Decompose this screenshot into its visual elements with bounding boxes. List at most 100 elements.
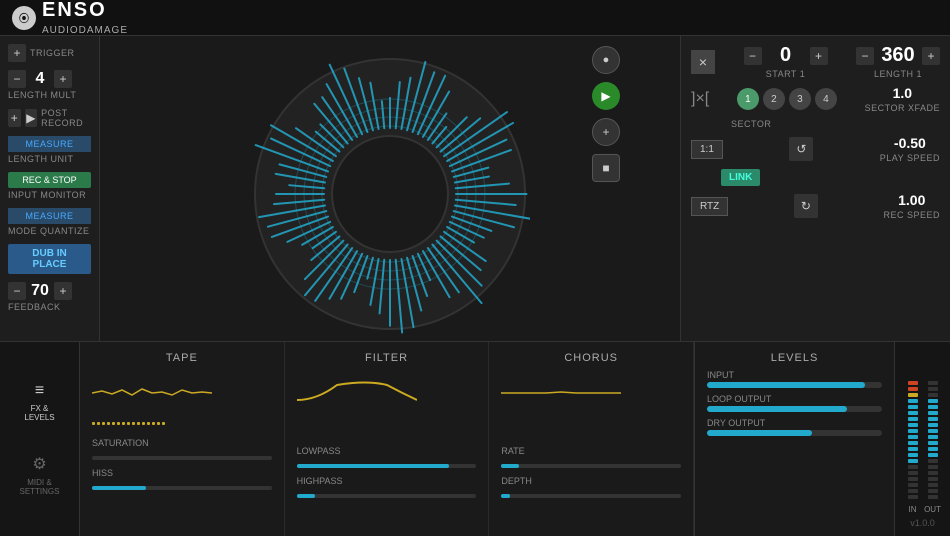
rec-speed-label: REC SPEED <box>883 210 940 220</box>
loop-output-bar[interactable] <box>707 406 882 412</box>
length-mult-row: − 4 + <box>8 70 91 88</box>
fx-levels-nav[interactable]: ≡ FX & LEVELS <box>18 376 60 428</box>
start1-minus[interactable]: − <box>744 47 762 65</box>
feedback-value: 70 <box>30 282 50 300</box>
sector-row: ]×[ 1 2 3 4 1.0 SECTOR XFADE <box>691 85 940 113</box>
highpass-slider[interactable] <box>297 494 477 498</box>
record-button[interactable]: ● <box>592 46 620 74</box>
rate-fill <box>501 464 519 468</box>
sector-xfade-label: SECTOR XFADE <box>865 103 940 113</box>
length-minus-button[interactable]: − <box>8 70 26 88</box>
sector-btn-4[interactable]: 4 <box>815 88 837 110</box>
input-label: INPUT <box>707 370 882 380</box>
play-speed-value: -0.50 <box>890 135 930 151</box>
filter-block: FILTER LOWPASS HIGHPASS <box>285 342 490 536</box>
saturation-slider[interactable] <box>92 456 272 460</box>
length1-minus[interactable]: − <box>856 47 874 65</box>
undo-button[interactable]: ↺ <box>789 137 813 161</box>
circular-viz-svg <box>250 54 530 334</box>
link-button[interactable]: LINK <box>721 169 760 186</box>
hiss-slider[interactable] <box>92 486 272 490</box>
feedback-plus-button[interactable]: + <box>54 282 72 300</box>
bracket-icon: ]×[ <box>691 90 709 108</box>
length-unit-label: LENGTH UNIT <box>8 154 91 164</box>
post-record-button[interactable]: + <box>8 109 21 127</box>
input-monitor-label: INPUT MONITOR <box>8 190 91 200</box>
saturation-dots <box>92 420 272 430</box>
right-controls: × − 0 + START 1 − 360 + LENGTH 1 ]×[ <box>680 36 950 341</box>
measure-button[interactable]: MEASURE <box>8 136 91 152</box>
start1-label: START 1 <box>766 69 806 79</box>
mode-quantize-button[interactable]: MEASURE <box>8 208 91 224</box>
sector-btn-1[interactable]: 1 <box>737 88 759 110</box>
loop-output-row: LOOP OUTPUT <box>707 394 882 412</box>
rec-stop-button[interactable]: REC & STOP <box>8 172 91 188</box>
lowpass-slider[interactable] <box>297 464 477 468</box>
app-logo: ⦿ ENSO AUDIODAMAGE <box>12 0 128 36</box>
mode-quantize-group: MEASURE MODE QUANTIZE <box>8 208 91 236</box>
vu-out-svg <box>928 381 938 501</box>
highpass-fill <box>297 494 315 498</box>
stop-square-button[interactable]: ■ <box>592 154 620 182</box>
depth-fill <box>501 494 510 498</box>
one-to-one-button[interactable]: 1:1 <box>691 140 723 159</box>
gear-icon: ⚙ <box>32 454 46 474</box>
sector-buttons: 1 2 3 4 <box>737 88 837 110</box>
play-speed-group: -0.50 PLAY SPEED <box>880 135 940 163</box>
post-record-row: + ▶ POST RECORD <box>8 108 91 128</box>
post-record-play-button[interactable]: ▶ <box>25 109 38 127</box>
play-button[interactable]: ▶ <box>592 82 620 110</box>
chorus-block: CHORUS RATE DEPTH <box>489 342 694 536</box>
feedback-group: − 70 + FEEDBACK <box>8 282 91 312</box>
trigger-label: TRIGGER <box>30 48 75 58</box>
length1-group: − 360 + LENGTH 1 <box>856 44 940 79</box>
hiss-fill <box>92 486 146 490</box>
filter-spacer <box>297 420 477 438</box>
vu-out-meter: OUT <box>925 381 941 514</box>
redo-button[interactable]: ↻ <box>794 194 818 218</box>
length1-controls: − 360 + <box>856 44 940 67</box>
rate-slider[interactable] <box>501 464 681 468</box>
start1-plus[interactable]: + <box>810 47 828 65</box>
play-speed-label: PLAY SPEED <box>880 153 940 163</box>
vu-meters: IN <box>905 381 941 514</box>
sector-btn-2[interactable]: 2 <box>763 88 785 110</box>
visualizer <box>250 54 530 334</box>
highpass-label: HIGHPASS <box>297 476 477 486</box>
sector-xfade-group: 1.0 SECTOR XFADE <box>865 85 940 113</box>
length1-plus[interactable]: + <box>922 47 940 65</box>
feedback-label: FEEDBACK <box>8 302 91 312</box>
mode-quantize-label: MODE QUANTIZE <box>8 226 91 236</box>
start1-controls: − 0 + <box>744 44 828 67</box>
rec-stop-group: REC & STOP INPUT MONITOR <box>8 172 91 200</box>
depth-label: DEPTH <box>501 476 681 486</box>
start1-group: − 0 + START 1 <box>744 44 828 79</box>
midi-settings-nav[interactable]: ⚙ MIDI & SETTINGS <box>13 448 65 502</box>
feedback-minus-button[interactable]: − <box>8 282 26 300</box>
dry-output-bar[interactable] <box>707 430 882 436</box>
chorus-waveform <box>501 372 681 412</box>
rec-speed-group: 1.00 REC SPEED <box>883 192 940 220</box>
levels-block: LEVELS INPUT LOOP OUTPUT DRY OUTPUT <box>694 342 894 536</box>
trigger-plus-button[interactable]: + <box>8 44 26 62</box>
depth-slider[interactable] <box>501 494 681 498</box>
rtz-button[interactable]: RTZ <box>691 197 728 216</box>
version-tag: v1.0.0 <box>910 518 935 528</box>
dub-in-place-button[interactable]: DUB IN PLACE <box>8 244 91 274</box>
dry-output-fill <box>707 430 812 436</box>
midi-settings-label: MIDI & SETTINGS <box>19 478 59 496</box>
x-button[interactable]: × <box>691 50 715 74</box>
tape-title: TAPE <box>92 352 272 364</box>
sector-btn-3[interactable]: 3 <box>789 88 811 110</box>
chorus-spacer <box>501 420 681 438</box>
transport-controls: ● ▶ + ■ <box>592 46 620 182</box>
left-controls: + TRIGGER − 4 + LENGTH MULT + ▶ POST REC… <box>0 36 100 341</box>
post-record-label: POST RECORD <box>41 108 91 128</box>
stop-button[interactable]: + <box>592 118 620 146</box>
lowpass-label: LOWPASS <box>297 446 477 456</box>
length-plus-button[interactable]: + <box>54 70 72 88</box>
input-bar[interactable] <box>707 382 882 388</box>
length-mult-value: 4 <box>30 70 50 88</box>
sector-label: SECTOR <box>731 119 771 129</box>
lowpass-fill <box>297 464 450 468</box>
